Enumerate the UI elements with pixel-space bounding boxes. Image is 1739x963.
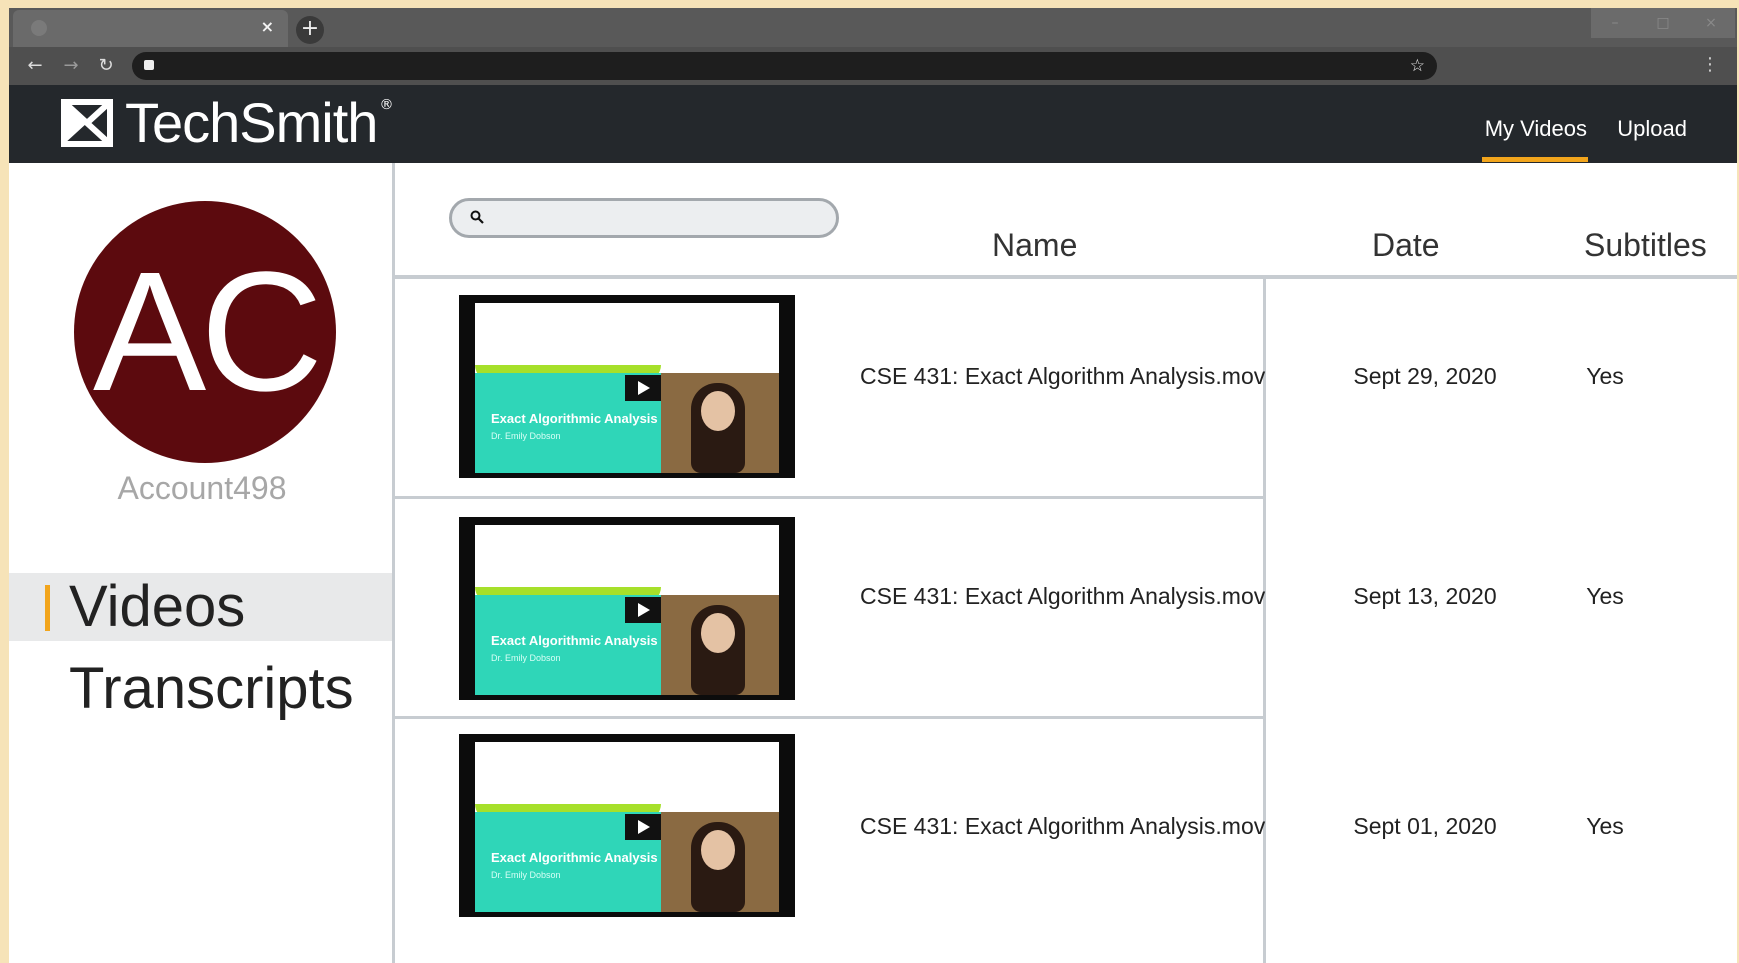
table-row[interactable]: Exact Algorithmic Analysis Dr. Emily Dob… xyxy=(395,499,1265,719)
video-subtitles: Yes xyxy=(1586,813,1624,839)
browser-tab[interactable]: × xyxy=(13,10,288,47)
maximize-icon[interactable]: □ xyxy=(1639,8,1687,38)
sidebar-item-label: Transcripts xyxy=(69,656,354,721)
avatar[interactable]: AC xyxy=(74,201,336,463)
sidebar: AC Account498 Videos Transcripts xyxy=(9,163,395,963)
sidebar-item-transcripts[interactable]: Transcripts xyxy=(9,655,392,723)
table-row[interactable]: Exact Algorithmic Analysis Dr. Emily Dob… xyxy=(395,279,1265,499)
column-header-subtitles[interactable]: Subtitles xyxy=(1584,225,1707,265)
active-item-marker xyxy=(45,585,50,631)
video-name[interactable]: CSE 431: Exact Algorithm Analysis.mov xyxy=(860,581,1265,611)
techsmith-logo[interactable]: TechSmith ® xyxy=(61,93,393,153)
techsmith-logo-icon xyxy=(61,99,113,147)
play-icon[interactable] xyxy=(625,375,661,401)
thumbnail-subtitle: Dr. Emily Dobson xyxy=(491,431,561,441)
reload-icon[interactable]: ↻ xyxy=(94,54,118,78)
presenter-photo xyxy=(661,812,779,912)
play-icon[interactable] xyxy=(625,814,661,840)
video-list: Name Date Subtitles Exact Algorithmic An… xyxy=(395,163,1737,963)
sidebar-item-label: Videos xyxy=(69,574,246,639)
back-arrow-icon[interactable]: ← xyxy=(23,54,47,78)
video-date: Sept 13, 2020 xyxy=(1353,583,1497,609)
nav-my-videos[interactable]: My Videos xyxy=(1485,115,1587,143)
video-name[interactable]: CSE 431: Exact Algorithm Analysis.mov xyxy=(860,361,1265,391)
nav-upload[interactable]: Upload xyxy=(1617,115,1687,143)
lock-icon[interactable] xyxy=(144,60,154,70)
video-thumbnail[interactable]: Exact Algorithmic Analysis Dr. Emily Dob… xyxy=(459,517,795,700)
thumbnail-title: Exact Algorithmic Analysis xyxy=(491,411,658,426)
address-bar: ← → ↻ ☆ ⋮ xyxy=(9,47,1737,85)
tab-close-icon[interactable]: × xyxy=(261,16,274,38)
thumbnail-title: Exact Algorithmic Analysis xyxy=(491,633,658,648)
new-tab-button[interactable]: + xyxy=(296,16,324,44)
forward-arrow-icon[interactable]: → xyxy=(59,54,83,78)
url-field[interactable]: ☆ xyxy=(132,52,1437,80)
video-name[interactable]: CSE 431: Exact Algorithm Analysis.mov xyxy=(860,811,1265,841)
active-nav-indicator xyxy=(1482,157,1588,162)
table-row[interactable]: Exact Algorithmic Analysis Dr. Emily Dob… xyxy=(395,719,1265,939)
account-name: Account498 xyxy=(117,470,287,506)
thumbnail-title: Exact Algorithmic Analysis xyxy=(491,850,658,865)
minimize-icon[interactable]: – xyxy=(1591,8,1639,38)
bookmark-star-icon[interactable]: ☆ xyxy=(1410,54,1425,78)
presenter-photo xyxy=(661,373,779,473)
browser-menu-icon[interactable]: ⋮ xyxy=(1701,53,1719,77)
video-subtitles: Yes xyxy=(1586,363,1624,389)
app-header: TechSmith ® My Videos Upload xyxy=(9,85,1737,163)
tab-strip: × + – □ × xyxy=(9,8,1737,47)
registered-mark: ® xyxy=(379,97,394,113)
play-icon[interactable] xyxy=(625,597,661,623)
video-date: Sept 29, 2020 xyxy=(1353,363,1497,389)
video-thumbnail[interactable]: Exact Algorithmic Analysis Dr. Emily Dob… xyxy=(459,295,795,478)
browser-window: × + – □ × ← → ↻ ☆ ⋮ TechSmith ® My Video… xyxy=(9,8,1737,963)
search-input[interactable] xyxy=(494,205,824,231)
thumbnail-subtitle: Dr. Emily Dobson xyxy=(491,653,561,663)
column-header-date[interactable]: Date xyxy=(1372,225,1440,265)
video-subtitles: Yes xyxy=(1586,583,1624,609)
column-header-name[interactable]: Name xyxy=(992,225,1077,265)
presenter-photo xyxy=(661,595,779,695)
search-icon xyxy=(470,210,484,224)
video-date: Sept 01, 2020 xyxy=(1353,813,1497,839)
window-close-icon[interactable]: × xyxy=(1687,8,1735,38)
sidebar-item-videos[interactable]: Videos xyxy=(9,573,392,641)
thumbnail-subtitle: Dr. Emily Dobson xyxy=(491,870,561,880)
video-thumbnail[interactable]: Exact Algorithmic Analysis Dr. Emily Dob… xyxy=(459,734,795,917)
favicon-icon xyxy=(31,20,47,36)
search-box[interactable] xyxy=(449,198,839,238)
brand-name: TechSmith xyxy=(125,91,378,154)
